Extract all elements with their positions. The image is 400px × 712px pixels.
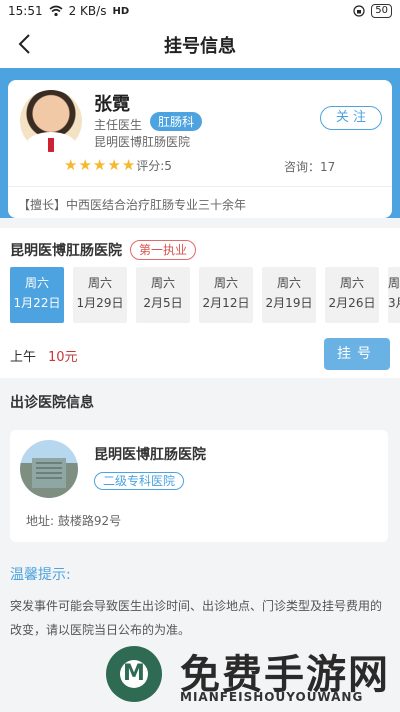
- watermark: M 免费手游网 MIANFEISHOUYOUWANG: [100, 642, 400, 712]
- network-speed: 2 KB/s: [68, 4, 107, 18]
- notice-line: 改变，请以医院当日公布的为准。: [10, 623, 191, 637]
- hospital-image: [20, 440, 78, 498]
- date-tab[interactable]: 周六 2月12日: [199, 267, 253, 323]
- date-weekday: 周六: [276, 276, 301, 290]
- rating-text: 评分:5: [136, 158, 172, 173]
- date-day: 2月12日: [202, 296, 250, 310]
- star-icon: ★: [64, 156, 78, 174]
- department-badge: 肛肠科: [150, 112, 203, 131]
- date-weekday: 周六: [339, 276, 364, 290]
- date-weekday: 周六: [213, 276, 238, 290]
- back-icon[interactable]: [14, 32, 38, 56]
- date-tab[interactable]: 周六 2月26日: [325, 267, 379, 323]
- star-icon: ★: [92, 156, 107, 174]
- schedule-section: 昆明医博肛肠医院 第一执业 周六 1月22日 周六 1月29日 周六 2月5日 …: [0, 228, 400, 378]
- rating: ★ ★ ★ ★ ★ 评分:5: [64, 156, 172, 174]
- date-tab[interactable]: 周六 2月5日: [136, 267, 190, 323]
- status-bar: 15:51 2 KB/s HD 50: [0, 0, 400, 22]
- date-weekday: 周六: [388, 276, 400, 290]
- divider: [8, 186, 392, 187]
- hospital-level-badge: 二级专科医院: [94, 472, 185, 490]
- hd-icon: HD: [112, 5, 130, 17]
- follow-button[interactable]: 关 注: [320, 106, 382, 130]
- date-tab[interactable]: 周六 1月22日: [10, 267, 64, 323]
- doctor-speciality: 【擅长】中西医结合治疗肛肠专业三十余年: [18, 198, 247, 212]
- notice-text: 突发事件可能会导致医生出诊时间、出诊地点、门诊类型及挂号费用的 改变，请以医院当…: [10, 594, 390, 642]
- date-tab[interactable]: 周六 3月: [388, 267, 400, 323]
- star-icon: ★: [107, 156, 121, 174]
- doctor-hospital: 昆明医博肛肠医院: [94, 135, 191, 149]
- time-slot: 上午: [10, 350, 37, 365]
- date-weekday: 周六: [150, 276, 175, 290]
- notice-title: 温馨提示:: [10, 567, 71, 583]
- section-title: 出诊医院信息: [10, 395, 94, 411]
- date-day: 2月5日: [143, 296, 183, 310]
- date-day: 2月26日: [328, 296, 376, 310]
- star-icon: ★: [121, 156, 136, 174]
- doctor-title: 主任医生: [94, 118, 143, 132]
- hospital-card[interactable]: 昆明医博肛肠医院 二级专科医院 地址: 鼓楼路92号: [10, 430, 388, 542]
- date-day: 2月19日: [265, 296, 313, 310]
- page-title: 挂号信息: [164, 36, 236, 57]
- doctor-card: 张霓 主任医生 肛肠科 昆明医博肛肠医院 关 注 ★ ★ ★ ★ ★ 评分:5 …: [8, 80, 392, 218]
- watermark-logo-letter: M: [123, 661, 145, 686]
- top-bar: 挂号信息: [0, 22, 400, 68]
- date-weekday: 周六: [87, 276, 112, 290]
- watermark-subtext: MIANFEISHOUYOUWANG: [180, 690, 364, 704]
- doctor-name: 张霓: [94, 94, 130, 115]
- date-day: 1月22日: [13, 296, 61, 310]
- date-tabs: 周六 1月22日 周六 1月29日 周六 2月5日 周六 2月12日 周六 2月…: [10, 267, 400, 323]
- battery-icon: 50: [371, 4, 392, 18]
- date-day: 3月: [388, 296, 400, 310]
- register-button[interactable]: 挂号: [324, 338, 390, 370]
- notice-line: 突发事件可能会导致医生出诊时间、出诊地点、门诊类型及挂号费用的: [10, 599, 383, 613]
- consult-count: 咨询：17: [284, 160, 336, 174]
- wifi-icon: [49, 5, 63, 17]
- practice-badge: 第一执业: [130, 240, 197, 260]
- doctor-avatar: [20, 90, 82, 152]
- star-icon: ★: [78, 156, 92, 174]
- slot-price: 10元: [48, 350, 78, 365]
- hospital-name: 昆明医博肛肠医院: [94, 447, 206, 463]
- date-weekday: 周六: [24, 276, 49, 290]
- date-day: 1月29日: [76, 296, 124, 310]
- clock: 15:51: [8, 4, 43, 18]
- date-tab[interactable]: 周六 1月29日: [73, 267, 127, 323]
- schedule-hospital: 昆明医博肛肠医院: [10, 243, 122, 259]
- lock-icon: [353, 5, 365, 17]
- hospital-address: 地址: 鼓楼路92号: [26, 514, 122, 528]
- date-tab[interactable]: 周六 2月19日: [262, 267, 316, 323]
